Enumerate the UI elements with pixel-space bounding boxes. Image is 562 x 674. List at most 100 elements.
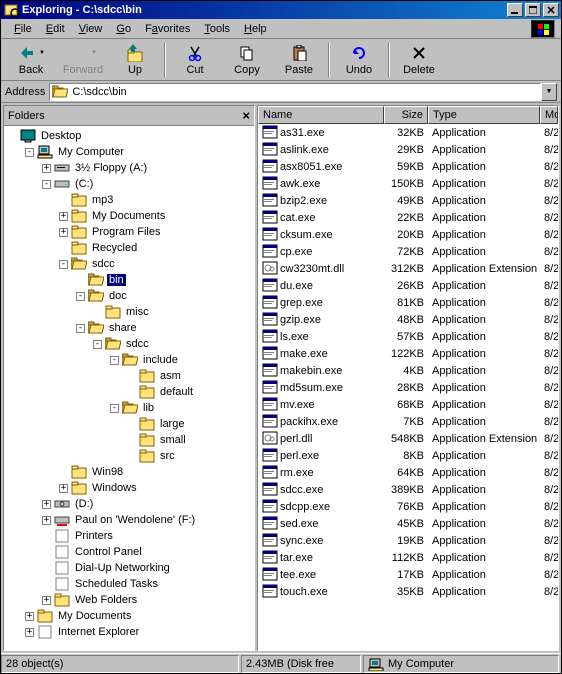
tree-expander[interactable]: - <box>93 340 102 349</box>
tree-item[interactable]: -sdcc <box>4 256 254 272</box>
file-row[interactable]: grep.exe81KBApplication8/2 <box>258 294 558 311</box>
file-row[interactable]: aslink.exe29KBApplication8/2 <box>258 141 558 158</box>
file-row[interactable]: cw3230mt.dll312KBApplication Extension8/… <box>258 260 558 277</box>
maximize-button[interactable] <box>525 3 541 17</box>
close-button[interactable] <box>543 3 559 17</box>
tree-item[interactable]: Dial-Up Networking <box>4 560 254 576</box>
column-name[interactable]: Name <box>258 106 384 124</box>
delete-button[interactable]: Delete <box>393 40 445 80</box>
tree-expander[interactable]: + <box>59 212 68 221</box>
file-row[interactable]: packihx.exe7KBApplication8/2 <box>258 413 558 430</box>
tree-item[interactable]: -(C:) <box>4 176 254 192</box>
file-row[interactable]: tar.exe112KBApplication8/2 <box>258 549 558 566</box>
file-row[interactable]: bzip2.exe49KBApplication8/2 <box>258 192 558 209</box>
tree-item[interactable]: large <box>4 416 254 432</box>
tree-item[interactable]: default <box>4 384 254 400</box>
file-row[interactable]: rm.exe64KBApplication8/2 <box>258 464 558 481</box>
file-row[interactable]: sync.exe19KBApplication8/2 <box>258 532 558 549</box>
tree-expander[interactable]: + <box>42 596 51 605</box>
tree-expander[interactable]: - <box>110 404 119 413</box>
file-row[interactable]: mv.exe68KBApplication8/2 <box>258 396 558 413</box>
tree-item[interactable]: -include <box>4 352 254 368</box>
up-button[interactable]: Up <box>109 40 161 80</box>
file-row[interactable]: du.exe26KBApplication8/2 <box>258 277 558 294</box>
tree-item[interactable]: Scheduled Tasks <box>4 576 254 592</box>
tree-expander[interactable]: + <box>59 484 68 493</box>
menu-favorites[interactable]: Favorites <box>138 21 197 37</box>
tree-item[interactable]: mp3 <box>4 192 254 208</box>
menu-tools[interactable]: Tools <box>197 21 237 37</box>
tree-item[interactable]: +My Documents <box>4 608 254 624</box>
tree-item[interactable]: +Internet Explorer <box>4 624 254 640</box>
tree-expander[interactable]: - <box>76 324 85 333</box>
tree-item[interactable]: +My Documents <box>4 208 254 224</box>
cut-button[interactable]: Cut <box>169 40 221 80</box>
column-size[interactable]: Size <box>384 106 428 124</box>
undo-button[interactable]: Undo <box>333 40 385 80</box>
file-row[interactable]: md5sum.exe28KBApplication8/2 <box>258 379 558 396</box>
file-row[interactable]: cat.exe22KBApplication8/2 <box>258 209 558 226</box>
menu-view[interactable]: View <box>72 21 110 37</box>
file-row[interactable]: asx8051.exe59KBApplication8/2 <box>258 158 558 175</box>
tree-item[interactable]: misc <box>4 304 254 320</box>
tree-expander[interactable]: + <box>42 164 51 173</box>
title-bar[interactable]: Exploring - C:\sdcc\bin <box>1 1 561 19</box>
tree-item[interactable]: asm <box>4 368 254 384</box>
copy-button[interactable]: Copy <box>221 40 273 80</box>
file-row[interactable]: cksum.exe20KBApplication8/2 <box>258 226 558 243</box>
file-row[interactable]: as31.exe32KBApplication8/2 <box>258 124 558 141</box>
tree-expander[interactable]: - <box>59 260 68 269</box>
paste-button[interactable]: Paste <box>273 40 325 80</box>
file-row[interactable]: sdcc.exe389KBApplication8/2 <box>258 481 558 498</box>
tree-item[interactable]: small <box>4 432 254 448</box>
tree-item[interactable]: Win98 <box>4 464 254 480</box>
file-row[interactable]: touch.exe35KBApplication8/2 <box>258 583 558 600</box>
file-row[interactable]: sdcpp.exe76KBApplication8/2 <box>258 498 558 515</box>
tree-item[interactable]: -My Computer <box>4 144 254 160</box>
tree-item[interactable]: Control Panel <box>4 544 254 560</box>
file-row[interactable]: cp.exe72KBApplication8/2 <box>258 243 558 260</box>
menu-file[interactable]: File <box>7 21 39 37</box>
menu-go[interactable]: Go <box>109 21 138 37</box>
address-field[interactable]: C:\sdcc\bin <box>49 83 541 101</box>
tree-item[interactable]: -sdcc <box>4 336 254 352</box>
tree-item[interactable]: +Web Folders <box>4 592 254 608</box>
file-row[interactable]: gzip.exe48KBApplication8/2 <box>258 311 558 328</box>
file-row[interactable]: perl.dll548KBApplication Extension8/2 <box>258 430 558 447</box>
address-dropdown-button[interactable]: ▼ <box>541 83 557 101</box>
tree-item[interactable]: +(D:) <box>4 496 254 512</box>
file-row[interactable]: awk.exe150KBApplication8/2 <box>258 175 558 192</box>
file-list[interactable]: as31.exe32KBApplication8/2aslink.exe29KB… <box>258 124 558 650</box>
menu-help[interactable]: Help <box>237 21 274 37</box>
tree-expander[interactable]: + <box>25 628 34 637</box>
file-row[interactable]: make.exe122KBApplication8/2 <box>258 345 558 362</box>
tree-expander[interactable]: - <box>76 292 85 301</box>
tree-item[interactable]: src <box>4 448 254 464</box>
file-row[interactable]: perl.exe8KBApplication8/2 <box>258 447 558 464</box>
tree-item[interactable]: Desktop <box>4 128 254 144</box>
forward-button[interactable]: ▼ Forward <box>57 40 109 80</box>
tree-expander[interactable]: + <box>42 500 51 509</box>
menu-edit[interactable]: Edit <box>39 21 72 37</box>
minimize-button[interactable] <box>507 3 523 17</box>
tree-item[interactable]: -share <box>4 320 254 336</box>
tree-item[interactable]: Recycled <box>4 240 254 256</box>
tree-item[interactable]: -doc <box>4 288 254 304</box>
back-button[interactable]: ▼ Back <box>5 40 57 80</box>
tree-item[interactable]: +3½ Floppy (A:) <box>4 160 254 176</box>
folder-tree[interactable]: Desktop-My Computer+3½ Floppy (A:)-(C:)m… <box>4 126 254 650</box>
column-type[interactable]: Type <box>428 106 540 124</box>
tree-item[interactable]: Printers <box>4 528 254 544</box>
file-row[interactable]: tee.exe17KBApplication8/2 <box>258 566 558 583</box>
tree-item[interactable]: +Program Files <box>4 224 254 240</box>
tree-item[interactable]: bin <box>4 272 254 288</box>
tree-expander[interactable]: - <box>42 180 51 189</box>
column-modified[interactable]: Mo <box>540 106 558 124</box>
tree-expander[interactable]: - <box>110 356 119 365</box>
file-row[interactable]: ls.exe57KBApplication8/2 <box>258 328 558 345</box>
file-row[interactable]: makebin.exe4KBApplication8/2 <box>258 362 558 379</box>
tree-expander[interactable]: - <box>25 148 34 157</box>
tree-expander[interactable]: + <box>25 612 34 621</box>
tree-expander[interactable]: + <box>42 516 51 525</box>
file-row[interactable]: sed.exe45KBApplication8/2 <box>258 515 558 532</box>
